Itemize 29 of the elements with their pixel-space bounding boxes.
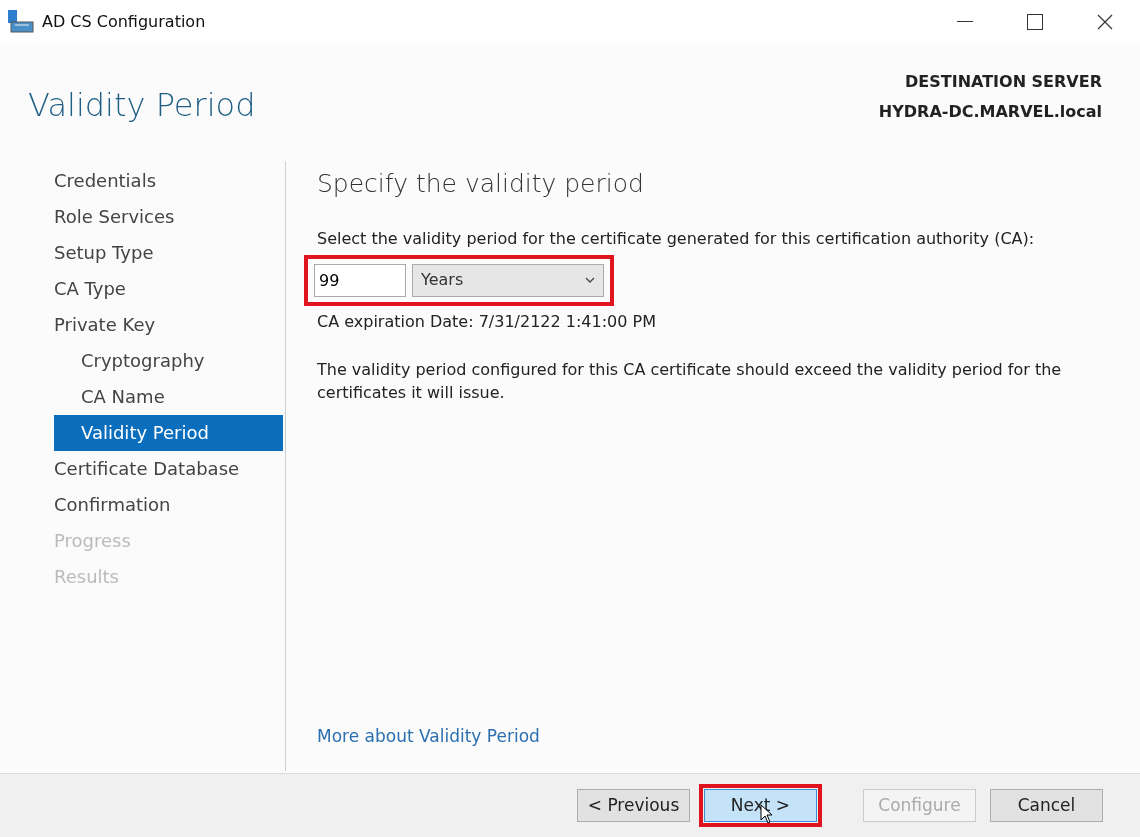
sidebar-item[interactable]: CA Name	[54, 379, 283, 415]
sidebar-item[interactable]: Confirmation	[54, 487, 283, 523]
sidebar-item[interactable]: CA Type	[54, 271, 283, 307]
page-title: Validity Period	[28, 85, 256, 126]
wizard-button[interactable]: Cancel	[990, 789, 1103, 822]
sidebar-item[interactable]: Role Services	[54, 199, 283, 235]
prompt-text: Select the validity period for the certificate generated for this certification authority (CA):	[317, 227, 1036, 250]
sidebar-item[interactable]: Cryptography	[54, 343, 283, 379]
sidebar-item[interactable]: Setup Type	[54, 235, 283, 271]
minimize-icon	[957, 20, 973, 23]
expiration-text: CA expiration Date: 7/31/2122 1:41:00 PM	[317, 310, 657, 333]
server-app-icon	[8, 9, 34, 34]
chevron-down-icon	[585, 277, 595, 283]
wizard-button[interactable]: Next >	[704, 789, 817, 822]
sidebar-item[interactable]: Validity Period	[54, 415, 283, 451]
section-heading: Specify the validity period	[317, 168, 645, 200]
wizard-button[interactable]: < Previous	[577, 789, 690, 822]
note-text: The validity period configured for this CA certificate should exceed the validity period for the certificates it will issue.	[317, 358, 1063, 404]
window-title: AD CS Configuration	[42, 10, 206, 33]
destination-server: HYDRA-DC.MARVEL.local	[878, 101, 1102, 123]
close-icon	[1097, 13, 1113, 30]
period-value-field[interactable]: 99	[314, 263, 406, 297]
sidebar-item[interactable]: Credentials	[54, 163, 283, 199]
period-unit-dropdown[interactable]: Years	[412, 263, 604, 297]
destination-label: DESTINATION SERVER	[904, 71, 1102, 93]
sidebar-item[interactable]: Certificate Database	[54, 451, 283, 487]
sidebar-item[interactable]: Private Key	[54, 307, 283, 343]
maximize-icon	[1027, 13, 1043, 30]
help-link[interactable]: More about Validity Period	[317, 725, 540, 746]
